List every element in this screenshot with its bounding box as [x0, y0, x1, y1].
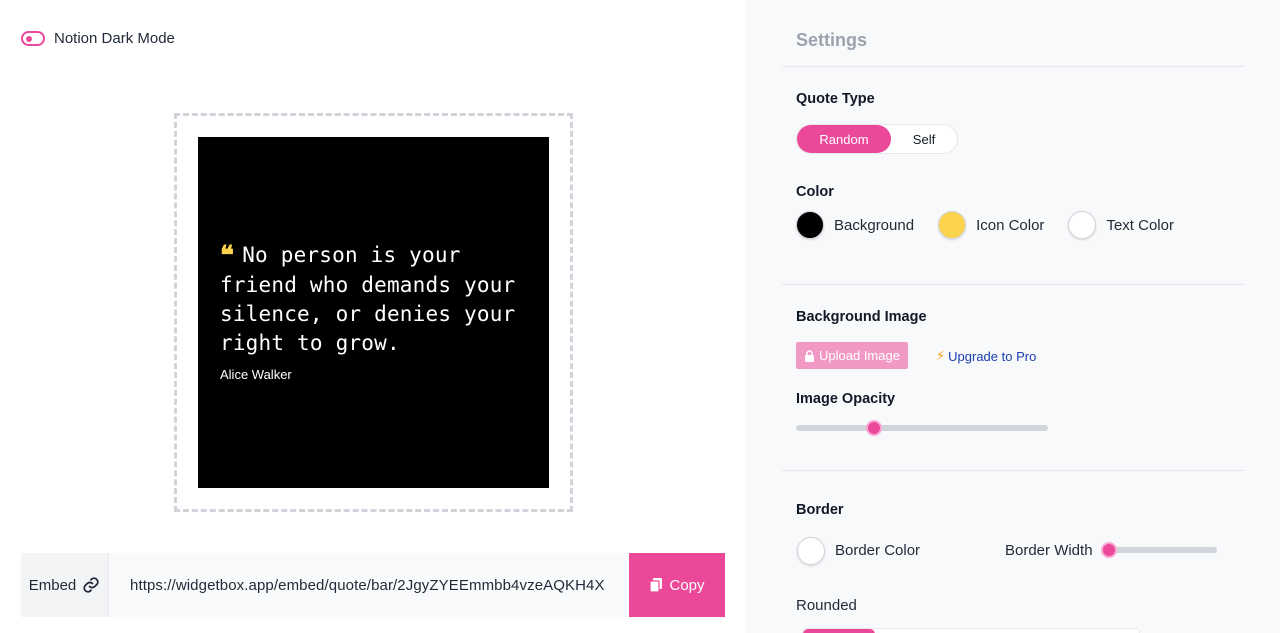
upload-image-button[interactable]: Upload Image	[796, 342, 908, 369]
text-color-swatch[interactable]	[1068, 211, 1097, 239]
upload-image-label: Upload Image	[819, 348, 900, 363]
quote-text: ❝ No person is your friend who demands yo…	[220, 241, 530, 358]
image-opacity-thumb[interactable]	[866, 420, 883, 436]
preview-pane: Notion Dark Mode ❝ No person is your frie…	[0, 0, 746, 633]
lock-icon	[805, 349, 815, 362]
upgrade-label: Upgrade to Pro	[948, 348, 1037, 364]
settings-panel: Settings Quote Type Random Self Color Ba…	[746, 0, 1280, 633]
icon-color-swatch[interactable]	[938, 211, 967, 239]
copy-button[interactable]: Copy	[629, 553, 725, 617]
dark-mode-row: Notion Dark Mode	[21, 30, 175, 47]
rounded-label: Rounded	[796, 597, 857, 614]
bolt-icon: ⚡	[936, 348, 946, 363]
background-image-title: Background Image	[796, 309, 927, 325]
icon-color-label: Icon Color	[976, 216, 1045, 234]
quote-author: Alice Walker	[220, 367, 292, 382]
border-color-swatch[interactable]	[797, 537, 825, 565]
upgrade-link[interactable]: ⚡ Upgrade to Pro	[936, 348, 1036, 364]
border-title: Border	[796, 502, 844, 518]
border-width-slider[interactable]	[1101, 542, 1217, 558]
settings-title: Settings	[796, 30, 868, 50]
copy-label: Copy	[669, 576, 705, 594]
image-opacity-slider[interactable]	[796, 420, 1048, 436]
rounded-selector[interactable]	[802, 628, 1140, 633]
divider	[782, 284, 1244, 285]
quote-type-self[interactable]: Self	[891, 125, 957, 153]
toggle-knob	[26, 35, 32, 42]
rounded-selected[interactable]	[803, 629, 875, 633]
border-width-label: Border Width	[1005, 542, 1093, 559]
copy-icon	[649, 577, 663, 593]
color-row: Background Icon Color Text Color	[796, 211, 1174, 239]
border-width-thumb[interactable]	[1101, 542, 1117, 558]
quote-type-toggle: Random Self	[796, 124, 958, 154]
background-color-label: Background	[834, 216, 915, 234]
quote-card: ❝ No person is your friend who demands yo…	[198, 137, 549, 488]
background-color-swatch[interactable]	[796, 211, 824, 239]
link-icon	[83, 577, 99, 593]
embed-label-text: Embed	[28, 576, 77, 594]
dark-mode-label: Notion Dark Mode	[54, 30, 175, 47]
quote-mark-icon: ❝	[220, 241, 235, 271]
divider	[782, 66, 1244, 67]
border-color-label: Border Color	[835, 542, 921, 559]
image-opacity-title: Image Opacity	[796, 391, 896, 407]
color-title: Color	[796, 184, 834, 200]
embed-bar: Embed https://widgetbox.app/embed/quote/…	[21, 553, 725, 617]
quote-body: No person is your friend who demands you…	[220, 243, 516, 355]
text-color-label: Text Color	[1106, 216, 1174, 234]
quote-type-title: Quote Type	[796, 91, 875, 107]
dark-mode-toggle[interactable]	[21, 31, 45, 46]
quote-type-random[interactable]: Random	[797, 125, 891, 153]
divider	[782, 470, 1244, 471]
embed-label: Embed	[21, 553, 109, 617]
embed-url[interactable]: https://widgetbox.app/embed/quote/bar/2J…	[109, 553, 629, 617]
